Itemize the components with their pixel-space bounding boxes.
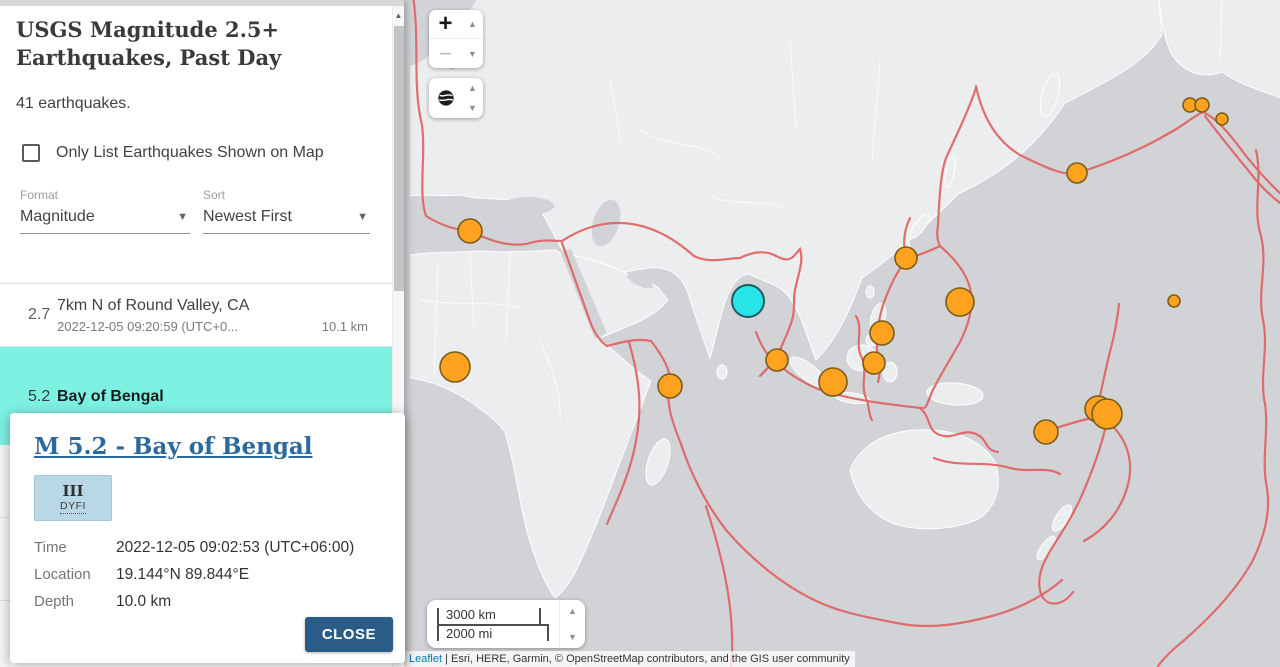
- scrollbar-up-icon[interactable]: ▲: [393, 6, 404, 20]
- location-value: 19.144°N 89.844°E: [116, 566, 381, 584]
- leaflet-link[interactable]: Leaflet: [409, 653, 442, 665]
- dyfi-label: DYFI: [60, 500, 86, 514]
- event-detail-link[interactable]: M 5.2 - Bay of Bengal: [34, 433, 313, 460]
- earthquake-marker[interactable]: [458, 219, 482, 243]
- zoom-out-button[interactable]: −: [429, 39, 462, 68]
- scale-km-label: 3000 km: [446, 607, 496, 622]
- magnitude: 5.2: [0, 388, 57, 406]
- time-value: 2022-12-05 09:02:53 (UTC+06:00): [116, 539, 381, 557]
- event-depth: 10.1 km: [322, 319, 368, 334]
- sort-label: Sort: [203, 188, 370, 202]
- scroll-down-icon[interactable]: ▼: [462, 102, 483, 114]
- scroll-up-icon[interactable]: ▲: [462, 10, 483, 39]
- filter-row: Only List Earthquakes Shown on Map: [22, 139, 388, 166]
- top-divider: [0, 0, 404, 6]
- usgs-earthquakes-app: + ▲ − ▼ ▲ ▼ 3000 km 2000 mi: [0, 0, 1280, 667]
- format-label: Format: [20, 188, 190, 202]
- earthquake-marker[interactable]: [1195, 98, 1209, 112]
- page-title: USGS Magnitude 2.5+ Earthquakes, Past Da…: [16, 16, 336, 73]
- zoom-in-button[interactable]: +: [429, 10, 462, 39]
- time-label: Time: [34, 539, 116, 557]
- earthquake-marker[interactable]: [440, 352, 470, 382]
- map-scale-control: 3000 km 2000 mi ▲ ▼: [427, 600, 585, 648]
- scroll-up-icon[interactable]: ▲: [462, 82, 483, 94]
- format-select[interactable]: Magnitude ▼: [20, 202, 190, 234]
- scale-bar: 3000 km 2000 mi: [437, 606, 559, 642]
- event-time: 2022-12-05 09:20:59 (UTC+0...: [57, 319, 238, 334]
- format-value: Magnitude: [20, 208, 95, 226]
- earthquake-marker[interactable]: [1216, 113, 1228, 125]
- depth-value: 10.0 km: [116, 593, 381, 611]
- scroll-down-icon[interactable]: ▼: [568, 632, 577, 642]
- event-attributes: Time 2022-12-05 09:02:53 (UTC+06:00) Loc…: [34, 539, 381, 611]
- scale-mi-label: 2000 mi: [446, 626, 492, 641]
- attribution-text: | Esri, HERE, Garmin, © OpenStreetMap co…: [445, 653, 850, 665]
- chevron-down-icon: ▼: [177, 211, 188, 223]
- sort-value: Newest First: [203, 208, 292, 226]
- event-detail-panel: M 5.2 - Bay of Bengal III DYFI Time 2022…: [10, 413, 405, 663]
- earthquake-marker[interactable]: [658, 374, 682, 398]
- scroll-down-icon[interactable]: ▼: [462, 39, 483, 68]
- projection-control: ▲ ▼: [429, 78, 483, 118]
- close-button[interactable]: CLOSE: [305, 617, 393, 652]
- earthquake-marker[interactable]: [1034, 420, 1058, 444]
- earthquake-list-panel: USGS Magnitude 2.5+ Earthquakes, Past Da…: [0, 0, 404, 667]
- zoom-control: + ▲ − ▼: [429, 10, 483, 68]
- only-list-shown-checkbox[interactable]: [22, 144, 40, 162]
- earthquake-marker[interactable]: [819, 368, 847, 396]
- earthquake-count: 41 earthquakes.: [16, 95, 388, 113]
- location-label: Location: [34, 566, 116, 584]
- world-basemap: [410, 0, 1280, 667]
- depth-label: Depth: [34, 593, 116, 611]
- checkbox-label: Only List Earthquakes Shown on Map: [56, 139, 324, 166]
- dyfi-intensity: III: [62, 483, 83, 500]
- earthquake-list-item[interactable]: 2.7 7km N of Round Valley, CA 2022-12-05…: [0, 284, 392, 347]
- earthquake-marker[interactable]: [895, 247, 917, 269]
- map[interactable]: + ▲ − ▼ ▲ ▼ 3000 km 2000 mi: [404, 0, 1280, 667]
- earthquake-marker[interactable]: [870, 321, 894, 345]
- dyfi-badge[interactable]: III DYFI: [34, 475, 112, 521]
- earthquake-marker[interactable]: [766, 349, 788, 371]
- selected-earthquake-marker[interactable]: [732, 285, 764, 317]
- magnitude: 2.7: [0, 306, 57, 324]
- scrollbar-thumb[interactable]: [394, 26, 404, 291]
- scroll-up-icon[interactable]: ▲: [568, 606, 577, 616]
- event-title: 7km N of Round Valley, CA: [57, 297, 368, 315]
- map-attribution: Leaflet | Esri, HERE, Garmin, © OpenStre…: [404, 651, 855, 667]
- globe-icon: [437, 89, 455, 107]
- globe-button[interactable]: [429, 78, 462, 118]
- earthquake-marker[interactable]: [1067, 163, 1087, 183]
- sort-select[interactable]: Newest First ▼: [203, 202, 370, 234]
- earthquake-marker[interactable]: [1092, 399, 1122, 429]
- earthquake-marker[interactable]: [1168, 295, 1180, 307]
- earthquake-marker[interactable]: [863, 352, 885, 374]
- earthquake-marker[interactable]: [946, 288, 974, 316]
- event-title: Bay of Bengal: [57, 388, 368, 406]
- chevron-down-icon: ▼: [357, 211, 368, 223]
